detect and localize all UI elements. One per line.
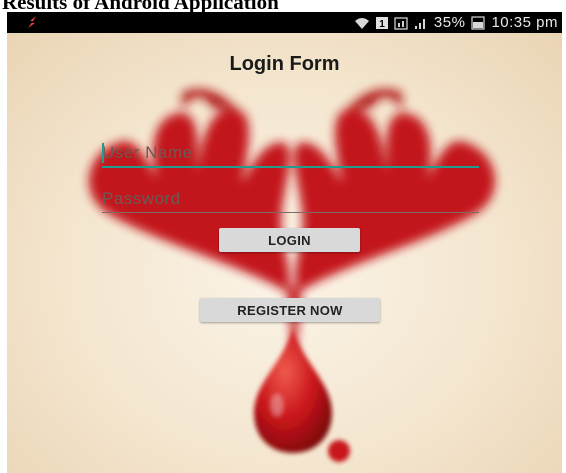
username-input[interactable] (102, 140, 479, 166)
username-field[interactable] (102, 140, 479, 168)
page-title: Login Form (229, 53, 340, 75)
flame-icon (28, 16, 36, 28)
battery-icon (471, 16, 486, 30)
password-underline (102, 212, 479, 213)
text-caret (102, 143, 104, 163)
battery-percent: 35% (433, 14, 466, 31)
status-bar: 1 35% 10:35 pm (7, 12, 562, 33)
status-clock: 10:35 pm (491, 14, 558, 31)
password-input[interactable] (102, 186, 479, 212)
password-field[interactable] (102, 186, 479, 213)
sim1-icon: 1 (375, 16, 388, 30)
wifi-icon (354, 17, 369, 29)
svg-text:1: 1 (379, 19, 385, 30)
signal-icon (414, 18, 425, 29)
network-icon (394, 16, 408, 30)
register-now-button[interactable]: REGISTER NOW (200, 298, 380, 322)
username-underline (102, 166, 479, 168)
blood-donation-background (88, 88, 496, 462)
app-screen: Login Form LOGIN REGISTER NOW (7, 33, 562, 473)
login-button[interactable]: LOGIN (219, 228, 360, 252)
phone-screen: 1 35% 10:35 pm Login Form User Name LOGI… (7, 12, 562, 473)
